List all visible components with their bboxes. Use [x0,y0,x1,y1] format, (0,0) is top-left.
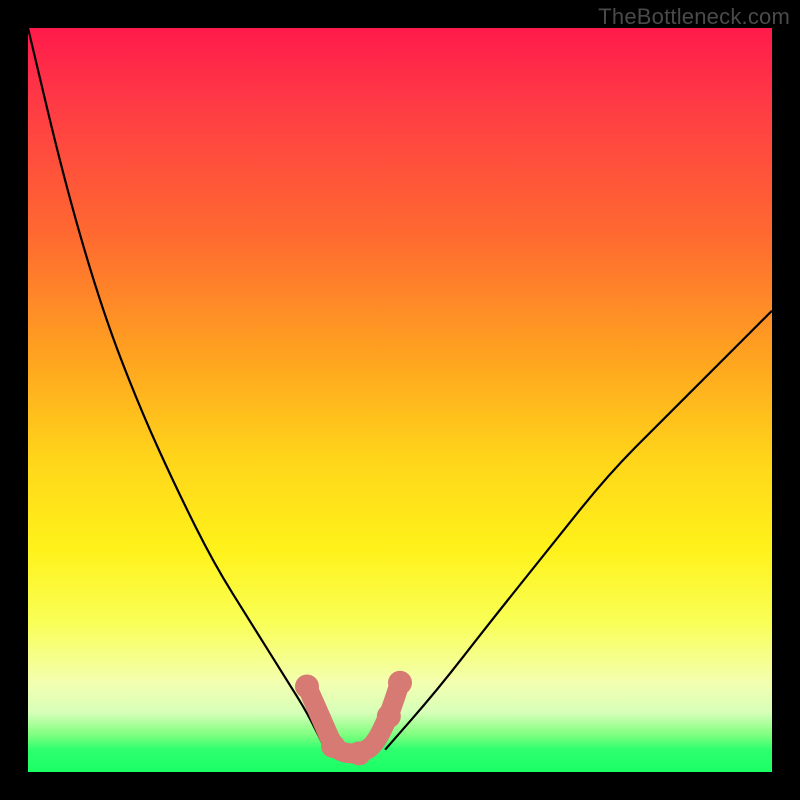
plot-area [28,28,772,772]
curve-left [28,28,326,750]
trough-highlight [295,671,412,766]
trough-marker [295,674,319,698]
curve-right [385,311,772,750]
watermark-text: TheBottleneck.com [598,4,790,30]
chart-frame: TheBottleneck.com [0,0,800,800]
chart-svg [28,28,772,772]
trough-marker [388,671,412,695]
trough-marker [377,704,401,728]
trough-marker [321,734,345,758]
trough-marker [347,741,371,765]
